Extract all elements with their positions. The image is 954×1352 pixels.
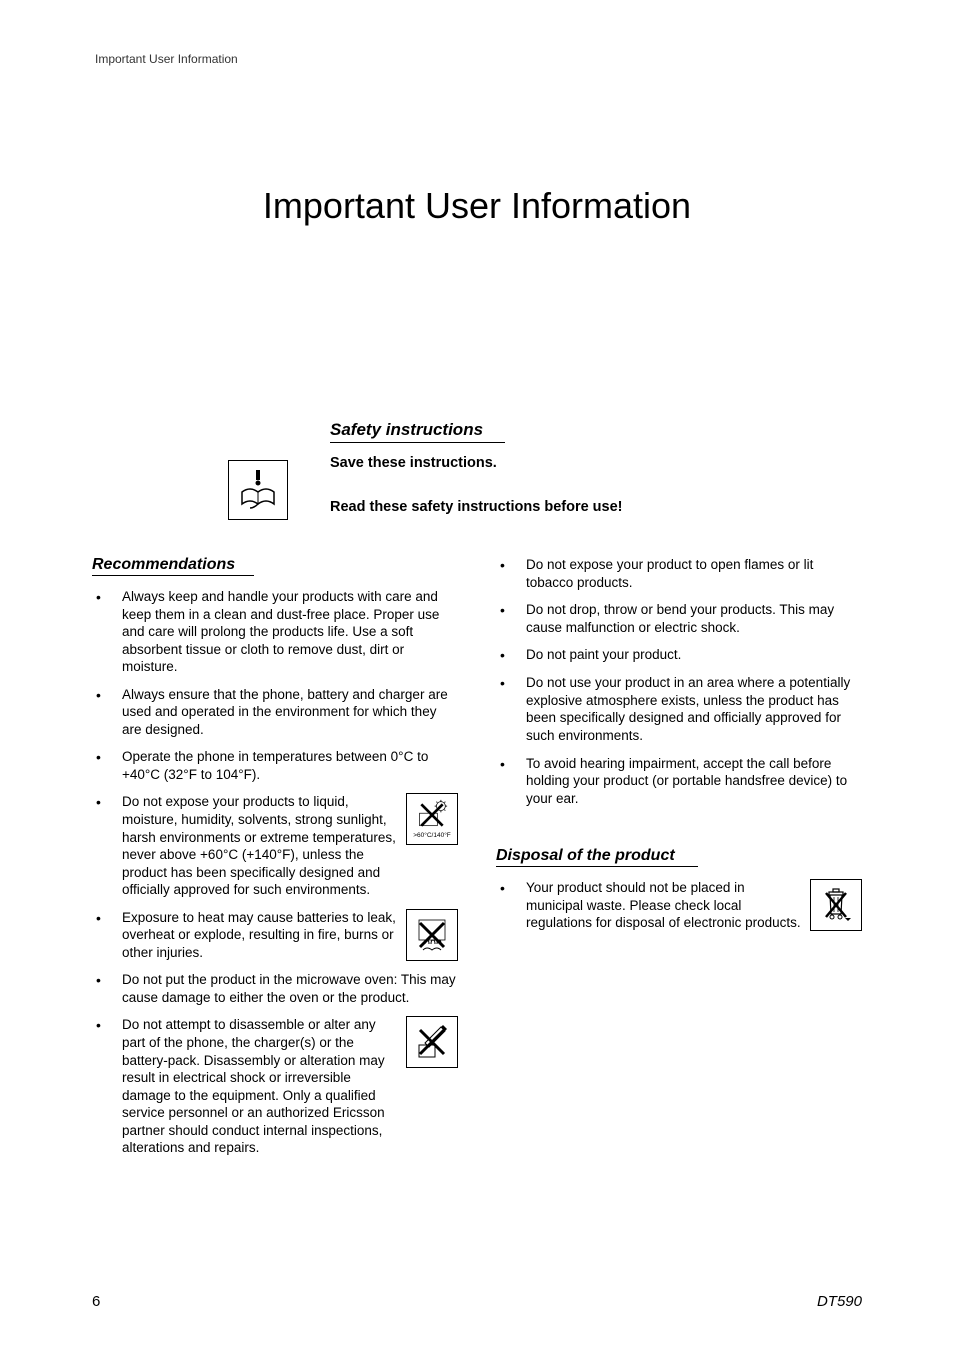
bullet-icon: • — [496, 646, 526, 664]
list-item: • Do not use your product in an area whe… — [496, 674, 862, 744]
bullet-icon: • — [92, 686, 122, 704]
bullet-icon: • — [92, 793, 122, 811]
list-item: • Do not attempt to disassemble or alter… — [92, 1016, 458, 1156]
list-item: • Do not expose your product to open fla… — [496, 556, 862, 591]
safety-heading: Safety instructions — [330, 420, 505, 443]
read-instructions-text: Read these safety instructions before us… — [330, 499, 854, 515]
no-heat-icon — [406, 909, 458, 961]
bullet-icon: • — [92, 588, 122, 606]
crossed-out-bin-icon — [810, 879, 862, 931]
page-title: Important User Information — [0, 185, 954, 227]
disposal-heading: Disposal of the product — [496, 847, 698, 867]
bullet-icon: • — [92, 748, 122, 766]
list-item: • Exposure to heat may cause batteries t… — [92, 909, 458, 962]
bullet-icon: • — [92, 971, 122, 989]
recommendations-heading: Recommendations — [92, 556, 254, 576]
right-list: • Do not expose your product to open fla… — [496, 556, 862, 807]
bullet-icon: • — [496, 556, 526, 574]
bullet-icon: • — [92, 1016, 122, 1034]
right-column: • Do not expose your product to open fla… — [496, 556, 862, 1167]
read-manual-icon — [228, 460, 288, 520]
list-item: • Operate the phone in temperatures betw… — [92, 748, 458, 783]
list-item: • Do not put the product in the microwav… — [92, 971, 458, 1006]
running-header: Important User Information — [95, 52, 238, 66]
bullet-icon: • — [496, 879, 526, 897]
list-item: • To avoid hearing impairment, accept th… — [496, 755, 862, 808]
list-item: • Always ensure that the phone, battery … — [92, 686, 458, 739]
no-disassemble-icon — [406, 1016, 458, 1068]
page-number: 6 — [92, 1293, 100, 1310]
no-extreme-temperature-icon: >60°C/140°F — [406, 793, 458, 845]
disposal-list: • Your product should not be placed in m… — [496, 879, 862, 932]
list-item: • Do not drop, throw or bend your produc… — [496, 601, 862, 636]
bullet-icon: • — [496, 674, 526, 692]
bullet-icon: • — [496, 755, 526, 773]
left-column: Recommendations • Always keep and handle… — [92, 556, 458, 1167]
list-item: • Do not paint your product. — [496, 646, 862, 664]
list-item: • Always keep and handle your products w… — [92, 588, 458, 676]
model-label: DT590 — [817, 1293, 862, 1310]
bullet-icon: • — [92, 909, 122, 927]
recommendations-list: • Always keep and handle your products w… — [92, 588, 458, 1157]
save-instructions-text: Save these instructions. — [330, 455, 854, 471]
list-item: • Your product should not be placed in m… — [496, 879, 862, 932]
bullet-icon: • — [496, 601, 526, 619]
list-item: • Do not expose your products to liquid,… — [92, 793, 458, 898]
